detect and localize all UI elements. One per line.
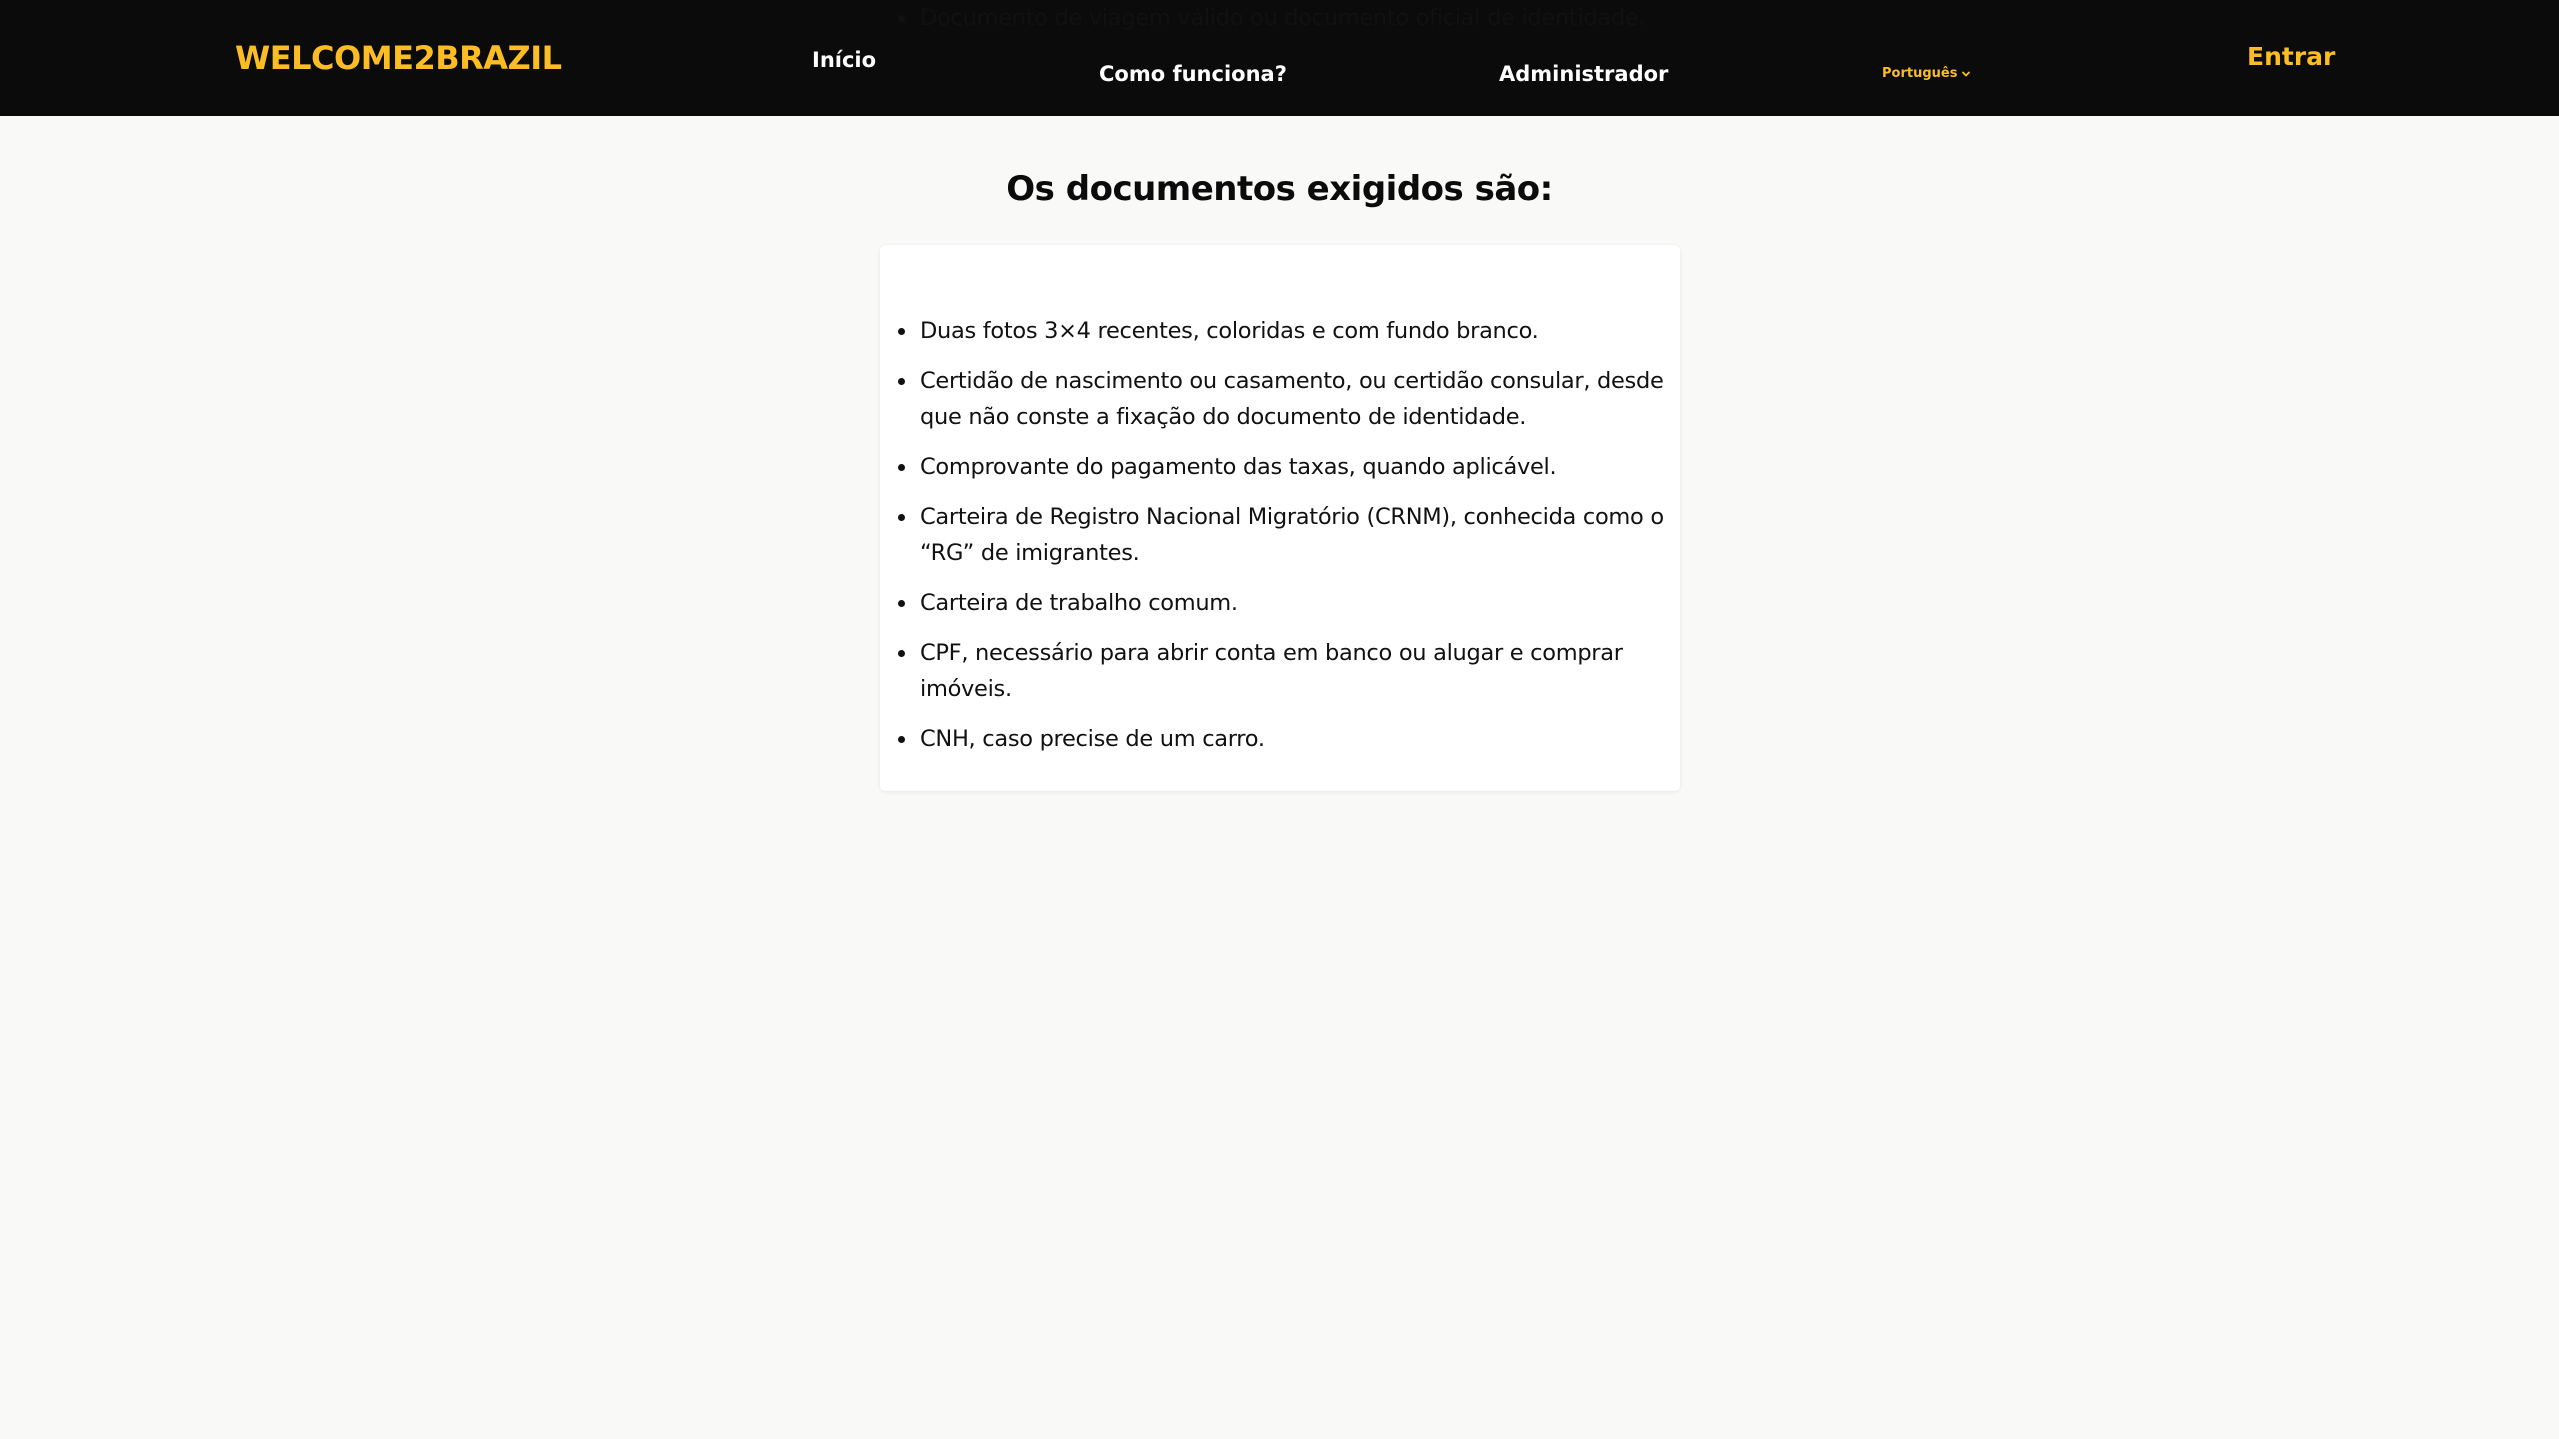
- bullet-icon: [898, 15, 905, 22]
- page-title: Os documentos exigidos são:: [1006, 169, 1553, 209]
- list-item-text: CNH, caso precise de um carro.: [920, 726, 1265, 752]
- list-item: CNH, caso precise de um carro.: [898, 721, 1665, 757]
- nav-link-como-funciona[interactable]: Como funciona?: [1099, 60, 1287, 88]
- bullet-icon: [898, 736, 905, 743]
- list-item-text: Carteira de trabalho comum.: [920, 590, 1238, 616]
- list-item-text: Comprovante do pagamento das taxas, quan…: [920, 454, 1557, 480]
- chevron-down-icon: [1962, 71, 1971, 77]
- login-button[interactable]: Entrar: [2247, 40, 2335, 74]
- nav-link-administrador[interactable]: Administrador: [1499, 60, 1668, 88]
- list-item: CPF, necessário para abrir conta em banc…: [898, 635, 1665, 707]
- documents-card: Documento de viagem válido ou documento …: [880, 5, 1680, 791]
- nav-link-inicio[interactable]: Início: [812, 46, 876, 74]
- list-item-text: Certidão de nascimento ou casamento, ou …: [920, 368, 1664, 430]
- bullet-icon: [898, 378, 905, 385]
- language-label: Português: [1882, 66, 1958, 81]
- list-item: Certidão de nascimento ou casamento, ou …: [898, 363, 1665, 435]
- list-item-text: Duas fotos 3×4 recentes, coloridas e com…: [920, 318, 1539, 344]
- list-item: Carteira de trabalho comum.: [898, 585, 1665, 621]
- bullet-icon: [898, 464, 905, 471]
- bullet-icon: [898, 600, 905, 607]
- brand-logo[interactable]: WELCOME2BRAZIL: [235, 36, 562, 80]
- language-selector[interactable]: Português: [1882, 66, 1971, 82]
- list-item-text: Documento de viagem válido ou documento …: [920, 5, 1646, 31]
- list-item-text: CPF, necessário para abrir conta em banc…: [920, 640, 1623, 702]
- list-item: Carteira de Registro Nacional Migratório…: [898, 499, 1665, 571]
- bullet-icon: [898, 514, 905, 521]
- list-item: Comprovante do pagamento das taxas, quan…: [898, 449, 1665, 485]
- list-item-text: Carteira de Registro Nacional Migratório…: [920, 504, 1664, 566]
- list-item: Documento de viagem válido ou documento …: [898, 0, 1665, 36]
- list-item: Duas fotos 3×4 recentes, coloridas e com…: [898, 313, 1665, 349]
- bullet-icon: [898, 328, 905, 335]
- bullet-icon: [898, 650, 905, 657]
